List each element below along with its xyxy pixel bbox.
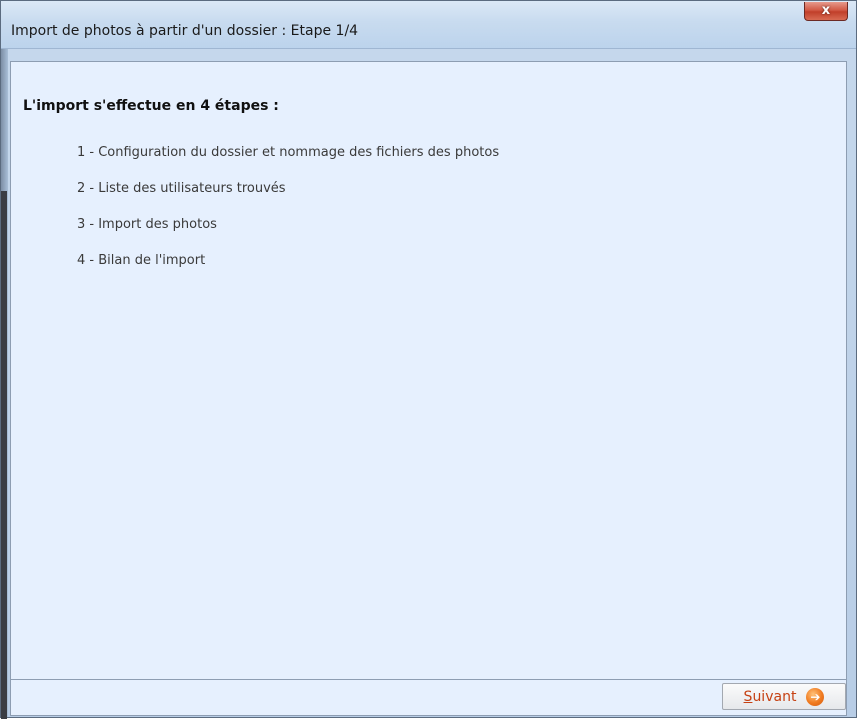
dialog-window: Import de photos à partir d'un dossier :… bbox=[0, 0, 857, 719]
close-icon: x bbox=[821, 3, 831, 18]
steps-list: 1 - Configuration du dossier et nommage … bbox=[77, 144, 499, 288]
arrow-right-circle-icon: ➔ bbox=[806, 687, 825, 706]
window-title: Import de photos à partir d'un dossier :… bbox=[11, 23, 359, 39]
step-item-4: 4 - Bilan de l'import bbox=[77, 253, 206, 268]
arrow-right-glyph: ➔ bbox=[810, 689, 821, 704]
steps-heading: L'import s'effectue en 4 étapes : bbox=[23, 98, 279, 114]
background-window-edge bbox=[1, 191, 7, 719]
close-button[interactable]: x bbox=[804, 2, 848, 21]
next-button[interactable]: Suivant ➔ bbox=[722, 683, 846, 710]
step-item-1: 1 - Configuration du dossier et nommage … bbox=[77, 145, 500, 160]
step-item-2: 2 - Liste des utilisateurs trouvés bbox=[77, 181, 286, 196]
footer-bar: Suivant ➔ bbox=[10, 680, 847, 716]
content-panel: L'import s'effectue en 4 étapes : 1 - Co… bbox=[10, 61, 847, 680]
step-item-3: 3 - Import des photos bbox=[77, 217, 217, 232]
next-button-label: Suivant bbox=[743, 688, 797, 705]
title-bar[interactable]: Import de photos à partir d'un dossier :… bbox=[1, 1, 856, 49]
